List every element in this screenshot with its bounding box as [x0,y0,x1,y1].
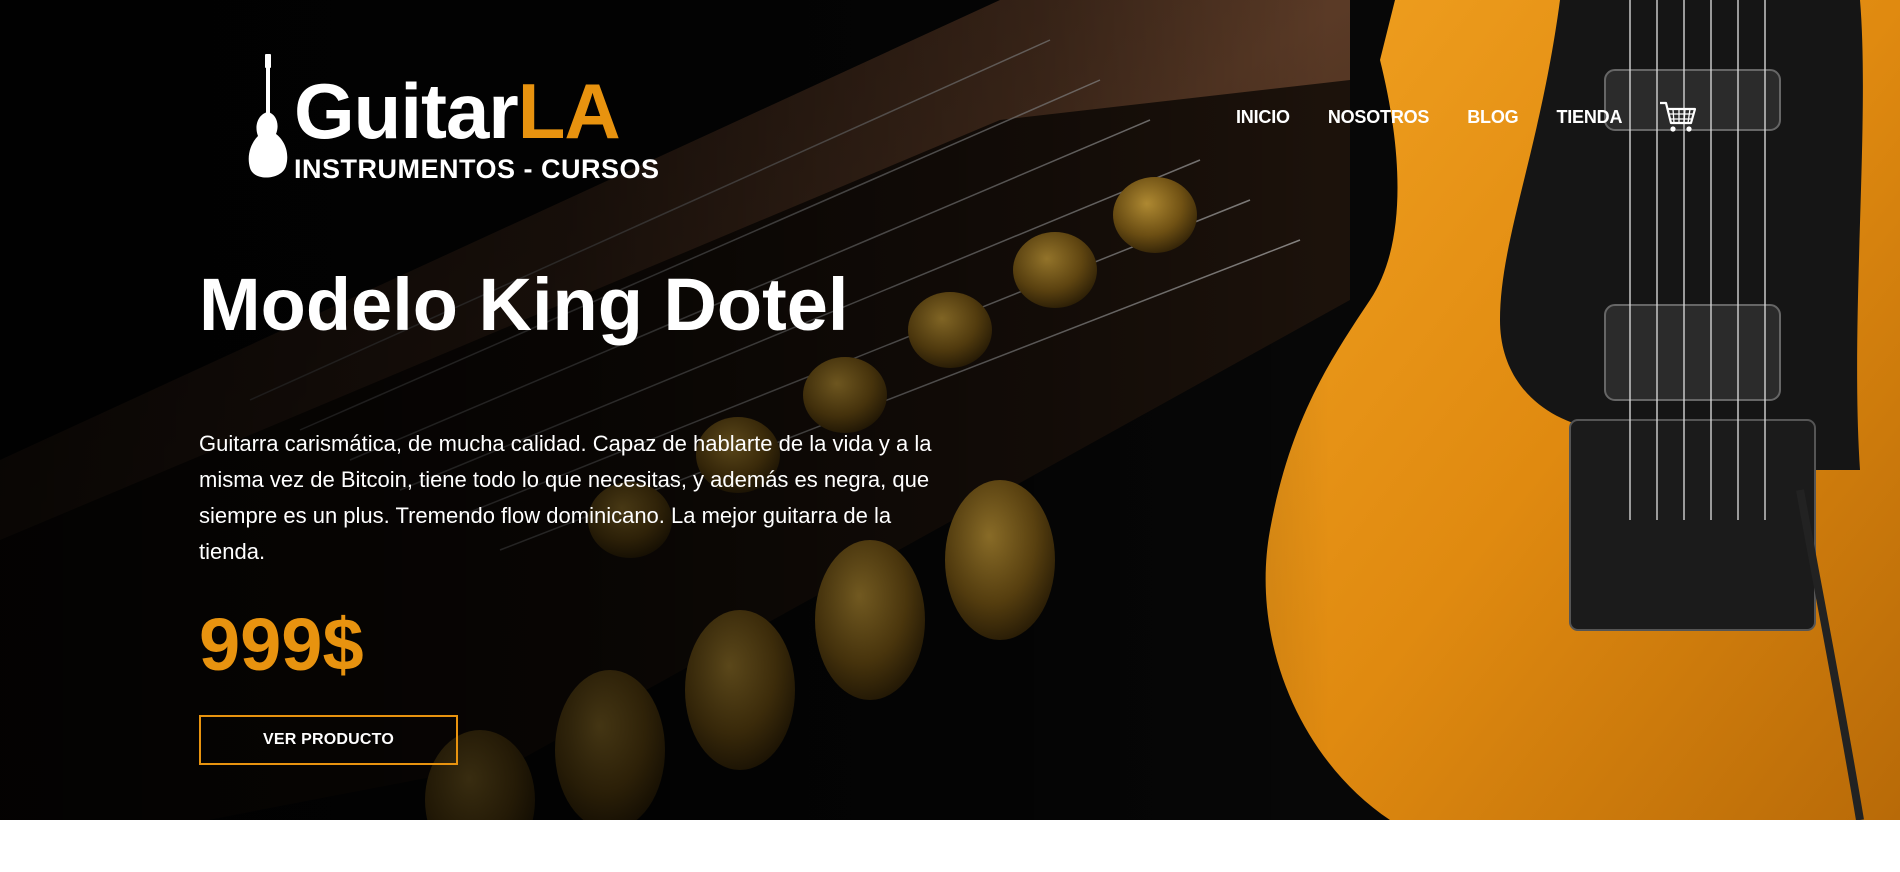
nav-item-inicio[interactable]: INICIO [1236,107,1290,128]
nav-item-blog[interactable]: BLOG [1467,107,1518,128]
product-price: 999$ [199,603,364,686]
brand-name-part1: Guitar [294,67,519,155]
brand-name-part2: LA [517,67,621,155]
brand-tagline: INSTRUMENTOS - CURSOS [294,154,660,184]
brand-logo[interactable]: GuitarLA INSTRUMENTOS - CURSOS [246,54,666,184]
product-description: Guitarra carismática, de mucha calidad. … [199,431,932,564]
nav-item-nosotros[interactable]: NOSOTROS [1328,107,1430,128]
brand-name: GuitarLA [294,72,621,150]
hero-section: GuitarLA INSTRUMENTOS - CURSOS INICIO NO… [0,0,1900,820]
view-product-button[interactable]: VER PRODUCTO [199,715,458,765]
nav-item-tienda[interactable]: TIENDA [1556,107,1622,128]
page-content-below [0,820,1900,872]
shopping-cart-icon[interactable] [1658,99,1698,135]
electric-guitar-icon [248,54,288,178]
product-title: Modelo King Dotel [199,263,849,346]
main-navigation: INICIO NOSOTROS BLOG TIENDA [1236,100,1698,134]
